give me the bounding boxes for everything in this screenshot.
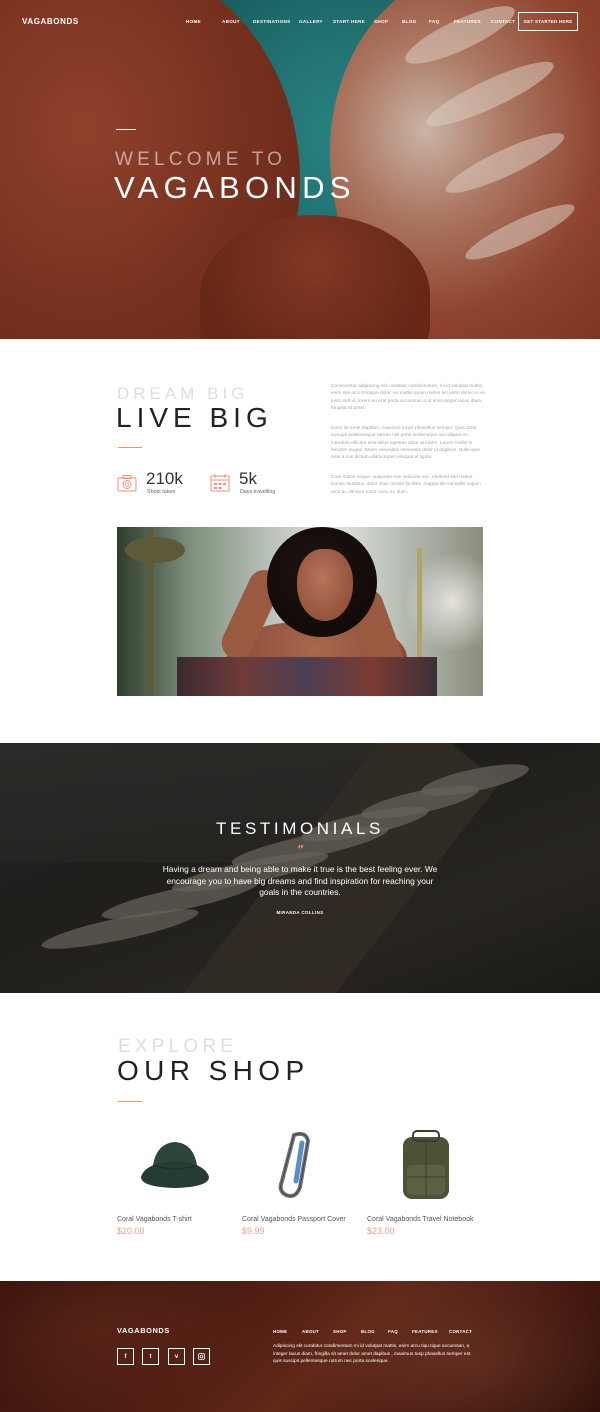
photo-palm-leaves	[125, 537, 185, 563]
camera-icon	[117, 475, 137, 492]
nav-item-destinations[interactable]: DESTINATIONS	[253, 19, 299, 24]
product-price: $9.99	[242, 1226, 265, 1236]
product-name[interactable]: Coral Vagabonds T-shirt	[117, 1216, 192, 1223]
product-card[interactable]: Coral Vagabonds Passport Cover $9.99	[242, 1125, 362, 1236]
nav-item-features[interactable]: FEATURES	[454, 19, 491, 24]
product-card[interactable]: Coral Vagabonds Travel Notebook $23.00	[367, 1125, 487, 1236]
stat-days-value: 5k	[239, 469, 257, 488]
product-image[interactable]	[367, 1125, 487, 1210]
footer-nav-contact[interactable]: CONTACT	[449, 1329, 479, 1334]
stat-shots-label: Shots taken	[147, 489, 176, 495]
nav-item-faq[interactable]: FAQ	[429, 19, 454, 24]
intro-accent-line	[118, 447, 142, 448]
intro-kicker: DREAM BIG	[117, 384, 249, 403]
nav-item-start-here[interactable]: START HERE	[333, 19, 374, 24]
footer-nav-faq[interactable]: FAQ	[388, 1329, 412, 1334]
carabiner-icon	[278, 1131, 311, 1198]
stat-shots	[117, 474, 137, 492]
intro-paragraph: Cras mattis neque, vulputate non vehicul…	[331, 475, 481, 495]
product-image[interactable]	[117, 1125, 237, 1210]
facebook-icon[interactable]: f	[117, 1348, 134, 1365]
stat-days-label: Days travelling	[240, 489, 276, 495]
intro-paragraph: Dolor sit amet dapibus, maximus turpis p…	[331, 426, 480, 461]
calendar-icon	[210, 474, 230, 492]
footer-text: Adipiscing elit curabitur condimentum mi…	[273, 1344, 471, 1364]
hero-subtitle: WELCOME TO	[115, 149, 287, 170]
product-price: $23.00	[367, 1226, 395, 1236]
intro-paragraph: Consectetur adipiscing elit curabitur co…	[331, 384, 486, 411]
photo-dress	[177, 657, 437, 696]
product-price: $20.00	[117, 1226, 145, 1236]
footer-nav-shop[interactable]: SHOP	[333, 1329, 361, 1334]
get-started-button[interactable]: GET STARTED HERE	[518, 12, 578, 31]
product-name[interactable]: Coral Vagabonds Passport Cover	[242, 1216, 346, 1223]
instagram-icon[interactable]	[193, 1348, 210, 1365]
testimonial-author: MIRANDA COLLINS	[276, 910, 324, 915]
stat-shots-value: 210k	[146, 469, 183, 488]
photo-face	[297, 549, 353, 621]
backpack-icon	[403, 1130, 449, 1199]
nav-item-shop[interactable]: SHOP	[374, 19, 402, 24]
footer-nav-about[interactable]: ABOUT	[302, 1329, 333, 1334]
feature-photo	[117, 527, 483, 696]
bucket-hat-icon	[141, 1142, 209, 1188]
intro-heading: LIVE BIG	[116, 402, 273, 433]
nav-item-contact[interactable]: CONTACT	[491, 19, 521, 24]
nav-item-about[interactable]: ABOUT	[222, 19, 253, 24]
product-name[interactable]: Coral Vagabonds Travel Notebook	[367, 1216, 474, 1223]
shop-accent-line	[118, 1101, 142, 1102]
hero-divider	[116, 129, 136, 130]
quote-icon: "	[296, 842, 304, 857]
nav-item-home[interactable]: HOME	[186, 19, 222, 24]
footer-nav-blog[interactable]: BLOG	[361, 1329, 388, 1334]
hero-title: VAGABONDS	[114, 170, 356, 205]
instagram-glyph	[198, 1353, 205, 1360]
site-logo[interactable]: VAGABONDS	[22, 17, 79, 26]
product-image[interactable]	[242, 1125, 362, 1210]
twitter-icon[interactable]: t	[142, 1348, 159, 1365]
footer-nav: HOME ABOUT SHOP BLOG FAQ FEATURES CONTAC…	[273, 1329, 479, 1334]
testimonials-title: TESTIMONIALS	[216, 819, 384, 838]
testimonial-text: Having a dream and being able to make it…	[162, 864, 438, 898]
vimeo-icon[interactable]: v	[168, 1348, 185, 1365]
main-nav: HOME ABOUT DESTINATIONS GALLERY START HE…	[186, 19, 521, 24]
stat-days	[210, 473, 230, 492]
footer-logo[interactable]: VAGABONDS	[117, 1326, 170, 1335]
nav-item-gallery[interactable]: GALLERY	[299, 19, 333, 24]
footer-nav-features[interactable]: FEATURES	[412, 1329, 449, 1334]
nav-item-blog[interactable]: BLOG	[402, 19, 429, 24]
product-card[interactable]: Coral Vagabonds T-shirt $20.00	[117, 1125, 237, 1236]
footer-nav-home[interactable]: HOME	[273, 1329, 302, 1334]
shop-heading: OUR SHOP	[117, 1055, 310, 1086]
